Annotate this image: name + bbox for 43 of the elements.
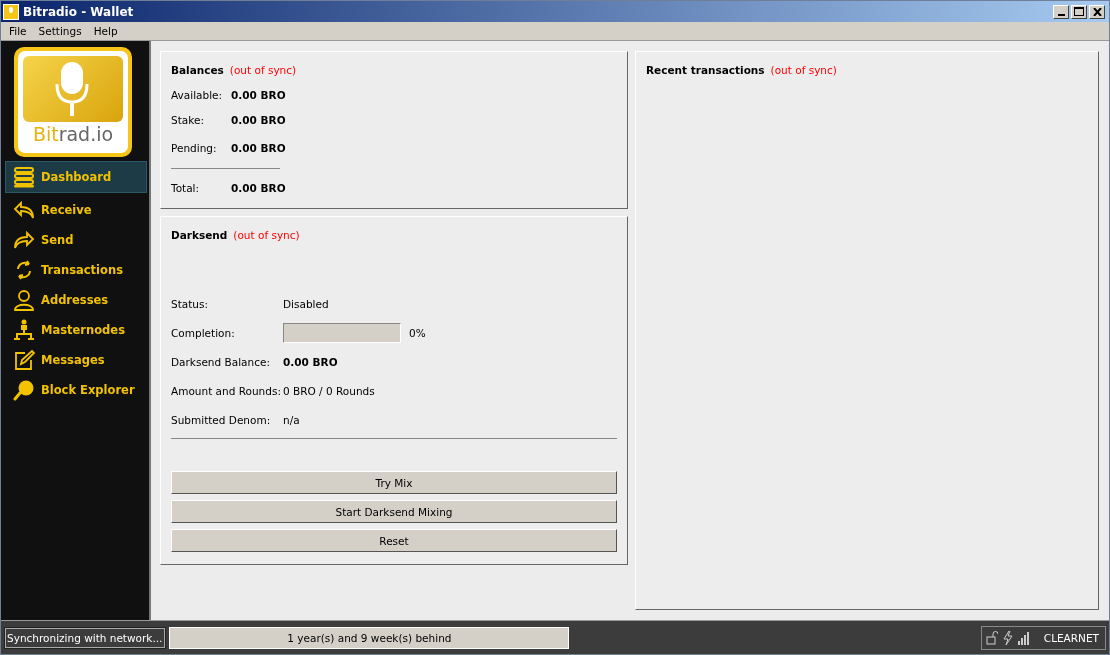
panel-title: Darksend: [171, 229, 228, 241]
action-button[interactable]: Start Darksend Mixing: [171, 500, 617, 523]
field-value: Disabled: [283, 297, 329, 310]
nav-item[interactable]: Addresses: [5, 285, 147, 315]
sync-warning: (out of sync): [233, 229, 300, 241]
nav-item[interactable]: Dashboard: [5, 161, 147, 193]
balance-value: 0.00 BRO: [231, 113, 286, 126]
field-value: n/a: [283, 413, 300, 426]
nav-item[interactable]: Messages: [5, 345, 147, 375]
nav-item[interactable]: Send: [5, 225, 147, 255]
menu-item[interactable]: Help: [93, 25, 118, 37]
sync-warning: (out of sync): [229, 64, 297, 76]
sync-warning: (out of sync): [770, 64, 837, 76]
balance-value: 0.00 BRO: [231, 142, 286, 154]
window-title: Bitradio - Wallet: [23, 4, 135, 19]
sync-progress-bar: 1 year(s) and 9 week(s) behind: [169, 626, 570, 649]
field-label: Submitted Denom:: [171, 413, 272, 426]
field-label: Darksend Balance:: [171, 355, 271, 368]
balance-label: Stake:: [171, 113, 205, 126]
nav-item[interactable]: Receive: [5, 195, 147, 225]
nav-item[interactable]: Masternodes: [5, 315, 147, 345]
action-button[interactable]: Try Mix: [171, 471, 617, 494]
menu-item[interactable]: Settings: [38, 25, 82, 37]
network-label: CLEARNET: [1043, 631, 1099, 644]
nav-item[interactable]: Transactions: [5, 255, 147, 285]
field-label: Status:: [171, 297, 209, 310]
action-button[interactable]: Reset: [171, 529, 617, 552]
nav-item[interactable]: Block Explorer: [5, 375, 147, 405]
panel-title: Recent transactions: [646, 64, 765, 76]
balance-label: Available:: [171, 88, 224, 101]
total-value: 0.00 BRO: [231, 181, 286, 194]
logo-text: Bitrad.io: [32, 123, 114, 145]
completion-percent: 0%: [409, 326, 426, 339]
menu-item[interactable]: File: [9, 25, 27, 37]
field-value: 0 BRO / 0 Rounds: [283, 384, 375, 397]
status-message: Synchronizing with network...: [4, 626, 167, 649]
total-label: Total:: [171, 181, 201, 194]
balance-value: 0.00 BRO: [231, 88, 286, 101]
field-value: 0.00 BRO: [283, 355, 338, 368]
field-label: Amount and Rounds:: [171, 384, 282, 397]
field-label: Completion:: [171, 326, 236, 339]
panel-title: Balances: [171, 64, 224, 76]
balance-label: Pending:: [171, 142, 218, 154]
